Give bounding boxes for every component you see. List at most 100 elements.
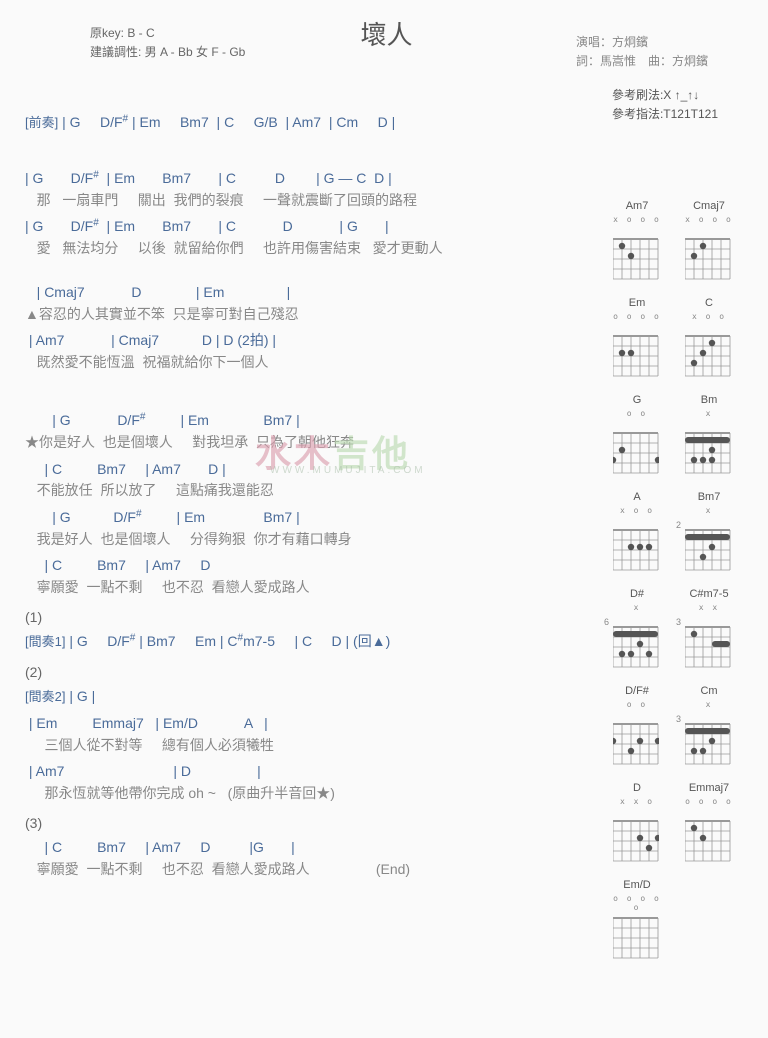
chord-open-strings: x o o — [685, 312, 733, 322]
chord-diagram-row: Em o o o o C x o o — [613, 297, 733, 372]
inter2-chords: | Am7 | D | — [25, 763, 261, 779]
end-marker — [310, 861, 376, 877]
chord-diagram-row: G o o Bm x — [613, 394, 733, 469]
strum-pattern: 參考刷法:X ↑_↑↓ — [612, 86, 718, 105]
chorus-chords: | C Bm7 | Am7 D — [25, 557, 210, 573]
chord-diagram-name: Emmaj7 — [685, 782, 733, 794]
chord-diagram-name: Am7 — [613, 200, 661, 212]
original-key: 原key: B - C — [90, 24, 245, 43]
chord-diagram: D# x 6 — [613, 588, 661, 663]
chord-grid: 3 — [685, 613, 730, 663]
chorus-chords: | Em Bm7 | — [145, 412, 299, 428]
chord-diagram-name: A — [613, 491, 661, 503]
pre-chords: | Cmaj7 D | Em | — [25, 284, 290, 300]
chord-grid — [685, 807, 730, 857]
verse-chords: | G D/F — [25, 218, 93, 234]
verse-chords: | G D/F — [25, 170, 93, 186]
chord-diagram-name: C#m7-5 — [685, 588, 733, 600]
chord-grid — [613, 904, 658, 954]
chord-diagram-name: Em/D — [613, 879, 661, 891]
chorus-chords: | C Bm7 | Am7 D | — [25, 461, 226, 477]
chord-diagram-name: D# — [613, 588, 661, 600]
chord-grid — [685, 322, 730, 372]
chord-grid — [613, 807, 658, 857]
chord-diagram: Bm x — [685, 394, 733, 469]
chord-open-strings: o o o o — [613, 312, 661, 322]
chorus-chords: | G D/F — [25, 412, 140, 428]
chord-diagram: C#m7-5 x x 3 — [685, 588, 733, 663]
chord-diagram-name: D — [613, 782, 661, 794]
chord-grid — [685, 419, 730, 469]
chord-diagram: Em o o o o — [613, 297, 661, 372]
chord-grid — [613, 225, 658, 275]
chord-diagram: A x o o — [613, 491, 661, 566]
chord-diagram-name: Bm7 — [685, 491, 733, 503]
verse-chords: | Em Bm7 | C D | G — C D | — [99, 170, 392, 186]
chord-open-strings: o o o o — [685, 797, 733, 807]
chord-diagram-name: C — [685, 297, 733, 309]
chord-grid: 3 — [685, 710, 730, 760]
ending-chords: | C Bm7 | Am7 D |G | — [25, 839, 295, 855]
chord-diagram-name: Bm — [685, 394, 733, 406]
inter2-chords: | Em Emmaj7 | Em/D A | — [25, 715, 268, 731]
chord-diagram: Em/D o o o o o — [613, 879, 661, 954]
chord-open-strings: x — [685, 700, 733, 710]
chord-open-strings: x x — [685, 603, 733, 613]
interlude1-label: [間奏1] — [25, 634, 65, 649]
chord-diagram-row: D# x 6 C#m7-5 x x 3 — [613, 588, 733, 663]
chord-open-strings: o o o o o — [613, 894, 661, 904]
inter1-chords: m7-5 | C D | (回▲) — [243, 633, 390, 649]
chord-open-strings: x o o o — [685, 215, 733, 225]
chord-open-strings: x — [685, 409, 733, 419]
key-info: 原key: B - C 建議調性: 男 A - Bb 女 F - Gb — [90, 24, 245, 62]
chord-open-strings: o o — [613, 700, 661, 710]
chord-grid — [685, 225, 730, 275]
chord-open-strings: o o — [613, 409, 661, 419]
chord-diagram-name: D/F# — [613, 685, 661, 697]
pre-chords: | Am7 | Cmaj7 D | D (2拍) | — [25, 332, 276, 348]
chord-grid — [613, 516, 658, 566]
chord-diagram: Bm7 x 2 — [685, 491, 733, 566]
chord-diagram: Cmaj7 x o o o — [685, 200, 733, 275]
chord-grid — [613, 322, 658, 372]
chord-open-strings: x — [685, 506, 733, 516]
intro-chords-2: | Em Bm7 | C G/B | Am7 | Cm D | — [128, 114, 395, 130]
inter2-chords: | G | — [65, 688, 95, 704]
chorus-chords: | Em Bm7 | — [142, 509, 300, 525]
chord-diagram: G o o — [613, 394, 661, 469]
singer: 演唱：方炯鑌 — [576, 33, 708, 52]
credits: 演唱：方炯鑌 詞：馬嵩惟 曲：方炯鑌 — [576, 33, 708, 71]
chord-diagram-name: Cmaj7 — [685, 200, 733, 212]
chord-diagram: Am7 x o o o — [613, 200, 661, 275]
chord-grid: 2 — [685, 516, 730, 566]
chord-grid — [613, 710, 658, 760]
chord-grid: 6 — [613, 613, 658, 663]
end-marker: (End) — [376, 861, 410, 877]
chord-open-strings: x — [613, 603, 661, 613]
chord-diagram-row: D x x o Emmaj7 o o o o — [613, 782, 733, 857]
verse-chords: | Em Bm7 | C D | G | — [99, 218, 389, 234]
lyricist-composer: 詞：馬嵩惟 曲：方炯鑌 — [576, 52, 708, 71]
chord-diagram-row: Am7 x o o o Cmaj7 x o o o — [613, 200, 733, 275]
chord-grid — [613, 419, 658, 469]
inter1-chords: | G D/F — [65, 633, 129, 649]
suggested-key: 建議調性: 男 A - Bb 女 F - Gb — [90, 43, 245, 62]
chorus-chords: | G D/F — [25, 509, 136, 525]
playing-reference: 參考刷法:X ↑_↑↓ 參考指法:T121T121 — [612, 86, 718, 124]
interlude2-label: [間奏2] — [25, 689, 65, 704]
chord-open-strings: x x o — [613, 797, 661, 807]
chord-diagram: D x x o — [613, 782, 661, 857]
chord-diagram-name: Em — [613, 297, 661, 309]
inter1-chords: | Bm7 Em | C — [135, 633, 237, 649]
chord-diagram-row: D/F# o o Cm x 3 — [613, 685, 733, 760]
chord-open-strings: x o o o — [613, 215, 661, 225]
chord-diagram-name: G — [613, 394, 661, 406]
watermark-url: WWW.MUMUJITA.COM — [270, 465, 426, 476]
chord-diagram-sidebar: Am7 x o o o Cmaj7 x o o o Em o o o o C x… — [613, 200, 733, 954]
chord-diagram-row: Em/D o o o o o — [613, 879, 733, 954]
chord-diagram: C x o o — [685, 297, 733, 372]
intro-chords-1: | G D/F — [58, 114, 122, 130]
chord-diagram-name: Cm — [685, 685, 733, 697]
intro-label: [前奏] — [25, 115, 58, 130]
finger-pattern: 參考指法:T121T121 — [612, 105, 718, 124]
